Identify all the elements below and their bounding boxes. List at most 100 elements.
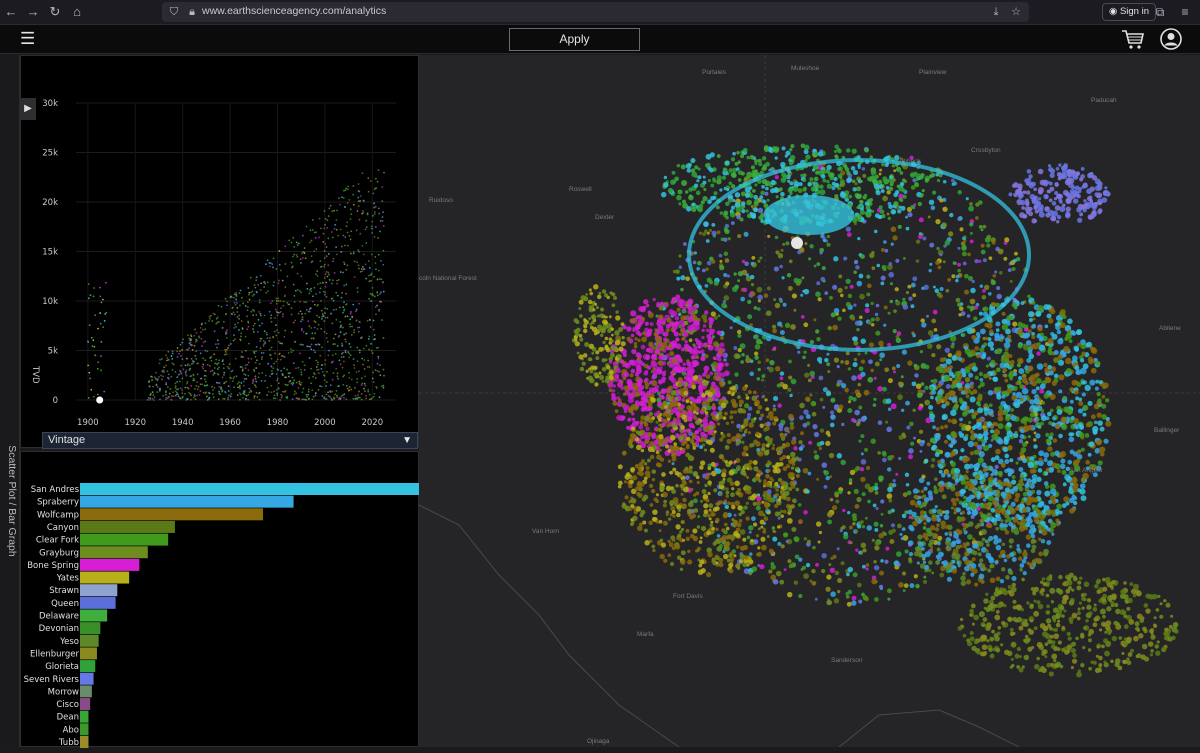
- well-point: [994, 270, 997, 273]
- well-point: [864, 390, 870, 396]
- well-point: [954, 468, 960, 474]
- scatter-point: [377, 363, 379, 365]
- reload-icon[interactable]: ↻: [46, 3, 64, 21]
- well-point: [945, 510, 950, 515]
- bar-graph[interactable]: San AndresSpraberryWolfcampCanyonClear F…: [21, 452, 420, 748]
- scatter-point: [218, 367, 220, 369]
- scatter-point: [190, 342, 192, 344]
- scatter-point: [279, 399, 281, 401]
- forward-icon[interactable]: →: [24, 3, 42, 21]
- address-bar[interactable]: ⛉ 🔒︎ www.earthscienceagency.com/analytic…: [162, 2, 1029, 22]
- well-point: [921, 287, 924, 290]
- scatter-point: [373, 207, 375, 209]
- well-point: [731, 436, 737, 442]
- well-point: [837, 590, 840, 593]
- apply-button[interactable]: Apply: [509, 28, 640, 51]
- well-point: [640, 420, 644, 424]
- scatter-point: [291, 242, 293, 244]
- scatter-point: [175, 385, 177, 387]
- map-canvas[interactable]: [419, 55, 1200, 747]
- hamburger-menu-icon[interactable]: ☰: [20, 30, 38, 48]
- well-point: [828, 326, 832, 330]
- well-point: [724, 412, 728, 416]
- scatter-point: [169, 388, 171, 390]
- scatter-point: [237, 311, 239, 313]
- side-tab-label: Scatter Plot / Bar Graph: [6, 431, 18, 571]
- scatter-point: [161, 358, 163, 360]
- bookmark-star-icon[interactable]: ☆: [1008, 4, 1024, 20]
- scatter-point: [245, 336, 247, 338]
- scatter-point: [148, 397, 150, 399]
- scatter-plot-panel: 05k10k15k20k25k30k1900192019401960198020…: [20, 55, 419, 448]
- scatter-point: [372, 378, 374, 380]
- well-point: [843, 534, 848, 539]
- well-point: [798, 188, 803, 193]
- well-point: [1095, 387, 1099, 391]
- scatter-point: [331, 322, 333, 324]
- well-point: [930, 396, 934, 400]
- shield-icon[interactable]: ⛉: [166, 4, 182, 20]
- x-axis-select[interactable]: Vintage ▼: [42, 432, 418, 449]
- scatter-point: [324, 264, 326, 266]
- well-point: [1030, 469, 1035, 474]
- well-point: [738, 271, 743, 276]
- well-point: [937, 460, 941, 464]
- play-animation-button[interactable]: ▶: [20, 98, 36, 120]
- well-point: [725, 494, 729, 498]
- home-icon[interactable]: ⌂: [68, 3, 86, 21]
- well-point: [955, 279, 959, 283]
- user-avatar-icon[interactable]: [1160, 28, 1182, 50]
- well-point: [1080, 339, 1086, 345]
- scatter-point: [285, 390, 287, 392]
- scatter-point: [290, 348, 292, 350]
- well-point: [824, 358, 828, 362]
- url-text[interactable]: www.earthscienceagency.com/analytics: [202, 5, 386, 17]
- well-point: [754, 183, 757, 186]
- bar-bone-spring: [80, 559, 139, 571]
- well-point: [651, 489, 655, 493]
- well-point: [645, 322, 649, 326]
- scatter-plot[interactable]: 05k10k15k20k25k30k1900192019401960198020…: [21, 56, 420, 434]
- chevron-down-icon[interactable]: ▼: [402, 433, 412, 448]
- scatter-point: [217, 339, 219, 341]
- scatter-point: [192, 349, 194, 351]
- download-page-icon[interactable]: ⤓: [988, 4, 1004, 20]
- well-point: [743, 506, 747, 510]
- well-point: [728, 237, 731, 240]
- scatter-point: [358, 183, 360, 185]
- map-view[interactable]: PortalesMuleshoePlainviewPaducahRoswellL…: [419, 55, 1200, 747]
- well-point: [862, 525, 865, 528]
- scatter-point: [226, 349, 228, 351]
- app-header: ☰ Apply: [0, 25, 1200, 54]
- scatter-point: [226, 353, 228, 355]
- well-point: [996, 394, 1001, 399]
- scatter-point: [167, 386, 169, 388]
- scatter-point: [315, 248, 317, 250]
- scatter-point: [383, 375, 385, 377]
- scatter-point: [186, 358, 188, 360]
- app-menu-icon[interactable]: ≡: [1176, 3, 1194, 21]
- scatter-point: [214, 372, 216, 374]
- scatter-point: [243, 373, 245, 375]
- extensions-icon[interactable]: ⧉: [1151, 3, 1169, 21]
- well-point: [785, 241, 789, 245]
- sign-in-button[interactable]: ◉ Sign in: [1102, 3, 1156, 21]
- well-point: [801, 444, 805, 448]
- scatter-point: [282, 316, 284, 318]
- scatter-point: [276, 311, 278, 313]
- back-icon[interactable]: ←: [2, 3, 20, 21]
- well-point: [703, 418, 708, 423]
- cart-icon[interactable]: [1121, 28, 1145, 50]
- well-point: [948, 231, 953, 236]
- well-point: [819, 376, 824, 381]
- well-point: [699, 540, 703, 544]
- well-point: [1018, 376, 1022, 380]
- side-tab[interactable]: Scatter Plot / Bar Graph: [0, 55, 20, 747]
- scatter-point: [260, 282, 262, 284]
- well-point: [841, 561, 845, 565]
- well-point: [830, 398, 835, 403]
- lock-icon[interactable]: 🔒︎: [184, 4, 200, 20]
- well-point: [650, 322, 654, 326]
- scatter-point: [284, 263, 286, 265]
- well-point: [980, 382, 985, 387]
